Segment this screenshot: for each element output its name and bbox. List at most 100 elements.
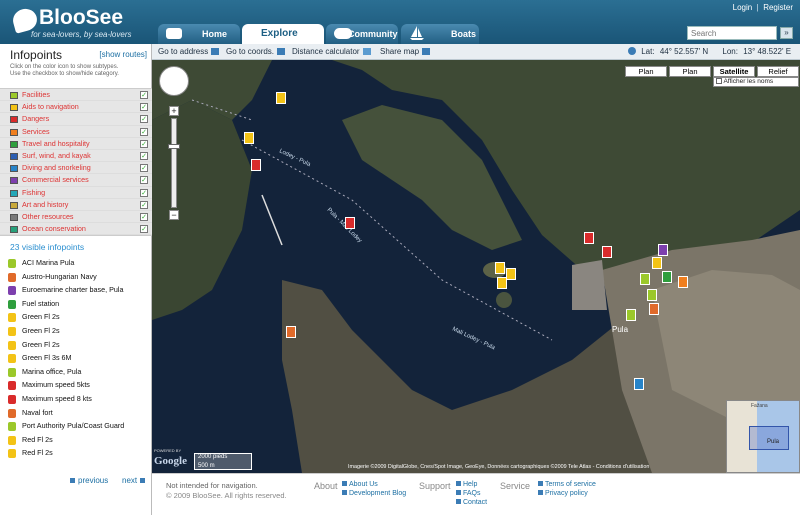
zoom-out-button[interactable]: − — [169, 210, 179, 220]
category-color-icon[interactable] — [10, 104, 18, 112]
search-input[interactable] — [687, 26, 777, 40]
tab-explore[interactable]: Explore — [242, 24, 324, 44]
show-names-toggle[interactable]: Afficher les noms — [713, 77, 799, 87]
go-to-coords-dropdown[interactable]: Go to coords. — [226, 47, 286, 56]
map-marker[interactable] — [658, 244, 668, 256]
map-marker[interactable] — [602, 246, 612, 258]
zoom-slider[interactable] — [171, 118, 177, 208]
infopoint-item[interactable]: Euroemarine charter base, Pula — [8, 284, 152, 298]
map-marker[interactable] — [678, 276, 688, 288]
infopoint-item[interactable]: Green Fl 2s — [8, 325, 152, 339]
category-color-icon[interactable] — [10, 152, 18, 160]
infopoint-item[interactable]: Austro-Hungarian Navy — [8, 271, 152, 285]
map-marker[interactable] — [634, 378, 644, 390]
category-color-icon[interactable] — [10, 128, 18, 136]
infopoint-item[interactable]: Naval fort — [8, 407, 152, 421]
infopoint-item[interactable]: ACI Marina Pula — [8, 257, 152, 271]
category-item[interactable]: Diving and snorkeling ✓ — [0, 162, 152, 175]
map-marker[interactable] — [647, 289, 657, 301]
category-color-icon[interactable] — [10, 140, 18, 148]
zoom-in-button[interactable]: + — [169, 106, 179, 116]
overview-map[interactable]: Fažana Pula — [726, 400, 800, 473]
footer-link-help[interactable]: Help — [456, 481, 477, 488]
category-checkbox[interactable]: ✓ — [140, 91, 148, 99]
category-color-icon[interactable] — [10, 189, 18, 197]
show-names-checkbox[interactable] — [716, 78, 722, 84]
category-checkbox[interactable]: ✓ — [140, 103, 148, 112]
category-color-icon[interactable] — [10, 177, 18, 185]
map-marker[interactable] — [495, 262, 505, 274]
map-marker[interactable] — [640, 273, 650, 285]
satellite-map[interactable]: Lodey - Pula Pula - Mali Lodey Mali Lode… — [152, 60, 800, 473]
pan-control[interactable] — [159, 66, 189, 96]
next-page-link[interactable]: next — [122, 476, 146, 485]
previous-page-link[interactable]: previous — [70, 476, 108, 485]
category-checkbox[interactable]: ✓ — [140, 225, 148, 234]
map-marker[interactable] — [649, 303, 659, 315]
category-color-icon[interactable] — [10, 213, 18, 221]
category-item[interactable]: Surf, wind, and kayak ✓ — [0, 150, 152, 163]
overview-viewport[interactable] — [749, 426, 789, 450]
map-marker[interactable] — [506, 268, 516, 280]
infopoint-item[interactable]: Green Fl 2s — [8, 311, 152, 325]
distance-calculator-button[interactable]: Distance calculator — [292, 47, 371, 56]
category-color-icon[interactable] — [10, 165, 18, 173]
infopoint-item[interactable]: Fuel station — [8, 298, 152, 312]
category-checkbox[interactable]: ✓ — [140, 188, 148, 197]
category-item[interactable]: Facilities ✓ — [0, 89, 152, 102]
category-checkbox[interactable]: ✓ — [140, 212, 148, 221]
category-color-icon[interactable] — [10, 116, 18, 124]
category-item[interactable]: Services ✓ — [0, 126, 152, 138]
footer-link-terms[interactable]: Terms of service — [538, 481, 596, 488]
category-color-icon[interactable] — [10, 92, 18, 99]
map-marker[interactable] — [276, 92, 286, 104]
share-map-dropdown[interactable]: Share map — [380, 47, 431, 56]
infopoint-item[interactable]: Maximum speed 5kts — [8, 379, 152, 393]
category-item[interactable]: Dangers ✓ — [0, 113, 152, 126]
category-item[interactable]: Ocean conservation ✓ — [0, 223, 152, 236]
infopoint-item[interactable]: Green Fl 3s 6M — [8, 352, 152, 366]
footer-link-about-us[interactable]: About Us — [342, 481, 378, 488]
category-item[interactable]: Commercial services ✓ — [0, 174, 152, 187]
category-checkbox[interactable]: ✓ — [140, 200, 148, 209]
map-marker[interactable] — [652, 257, 662, 269]
search-button[interactable]: » — [780, 27, 793, 39]
login-link[interactable]: Login — [733, 3, 753, 12]
map-marker[interactable] — [345, 217, 355, 229]
map-imagery[interactable]: Lodey - Pula Pula - Mali Lodey Mali Lode… — [152, 60, 800, 473]
tab-boats[interactable]: Boats — [401, 24, 479, 44]
category-item[interactable]: Travel and hospitality ✓ — [0, 138, 152, 150]
footer-link-contact[interactable]: Contact — [456, 499, 487, 506]
tab-home[interactable]: Home — [158, 24, 240, 44]
register-link[interactable]: Register — [763, 3, 793, 12]
map-type-satellite[interactable]: Satellite — [713, 66, 755, 77]
map-marker[interactable] — [286, 326, 296, 338]
zoom-slider-handle[interactable] — [168, 144, 180, 149]
go-to-address-dropdown[interactable]: Go to address — [158, 47, 220, 56]
map-marker[interactable] — [497, 277, 507, 289]
category-checkbox[interactable]: ✓ — [140, 164, 148, 173]
infopoint-item[interactable]: Red Fl 2s — [8, 447, 152, 461]
map-type-plan-2[interactable]: Plan — [669, 66, 711, 77]
category-color-icon[interactable] — [10, 201, 18, 209]
footer-link-privacy[interactable]: Privacy policy — [538, 490, 588, 497]
infopoint-item[interactable]: Green Fl 2s — [8, 339, 152, 353]
category-checkbox[interactable]: ✓ — [140, 115, 148, 124]
footer-link-faqs[interactable]: FAQs — [456, 490, 481, 497]
category-checkbox[interactable]: ✓ — [140, 176, 148, 185]
infopoint-item[interactable]: Port Authority Pula/Coast Guard — [8, 420, 152, 434]
map-marker[interactable] — [662, 271, 672, 283]
category-item[interactable]: Aids to navigation ✓ — [0, 101, 152, 114]
logo-text[interactable]: BlooSee — [39, 6, 123, 30]
category-checkbox[interactable]: ✓ — [140, 139, 148, 148]
category-color-icon[interactable] — [10, 226, 18, 234]
tab-community[interactable]: Community — [326, 24, 398, 44]
map-marker[interactable] — [251, 159, 261, 171]
infopoint-item[interactable]: Maximum speed 8 kts — [8, 393, 152, 407]
category-checkbox[interactable]: ✓ — [140, 151, 148, 160]
map-type-plan[interactable]: Plan — [625, 66, 667, 77]
map-type-relief[interactable]: Relief — [757, 66, 799, 77]
category-item[interactable]: Fishing ✓ — [0, 187, 152, 199]
category-checkbox[interactable]: ✓ — [140, 127, 148, 136]
infopoint-item[interactable]: Marina office, Pula — [8, 366, 152, 380]
